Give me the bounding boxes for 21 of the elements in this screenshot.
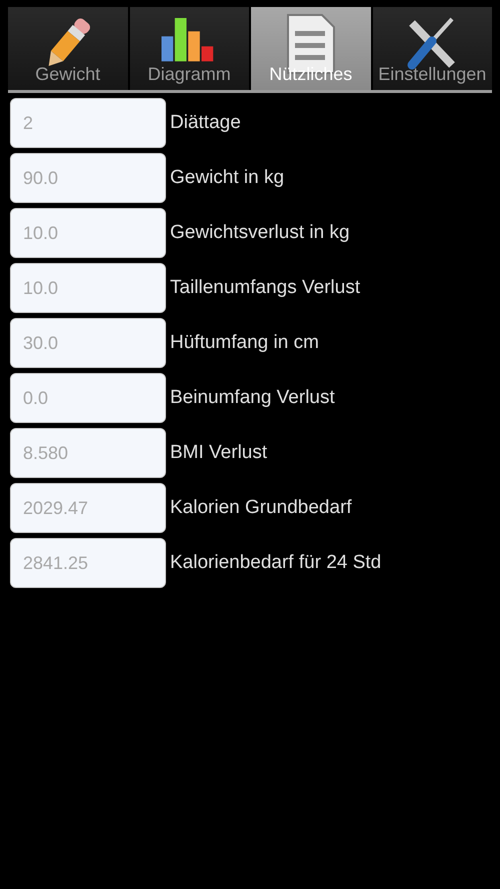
tab[interactable]: Einstellungen: [372, 7, 492, 90]
input-field[interactable]: 10.0: [10, 208, 166, 258]
input-field[interactable]: 90.0: [10, 153, 166, 203]
field-label: Taillenumfangs Verlust: [170, 277, 360, 299]
field-label: Diättage: [170, 112, 241, 134]
field-label: BMI Verlust: [170, 442, 268, 464]
tab[interactable]: Diagramm: [130, 7, 249, 90]
input-field[interactable]: 8.580: [10, 428, 166, 478]
input-field[interactable]: 2029.47: [10, 483, 166, 533]
input-field[interactable]: 30.0: [10, 318, 166, 368]
input-field[interactable]: 0.0: [10, 373, 166, 423]
field-label: Gewicht in kg: [170, 167, 284, 189]
input-field[interactable]: 10.0: [10, 263, 166, 313]
input-field[interactable]: 2841.25: [10, 538, 166, 588]
input-field[interactable]: 2: [10, 98, 166, 148]
field-label: Kalorien Grundbedarf: [170, 497, 352, 519]
field-label: Kalorienbedarf für 24 Std: [170, 552, 382, 574]
field-label: Gewichtsverlust in kg: [170, 222, 350, 244]
field-label: Hüftumfang in cm: [170, 332, 319, 354]
field-label: Beinumfang Verlust: [170, 387, 335, 409]
tab[interactable]: Gewicht: [8, 7, 128, 90]
